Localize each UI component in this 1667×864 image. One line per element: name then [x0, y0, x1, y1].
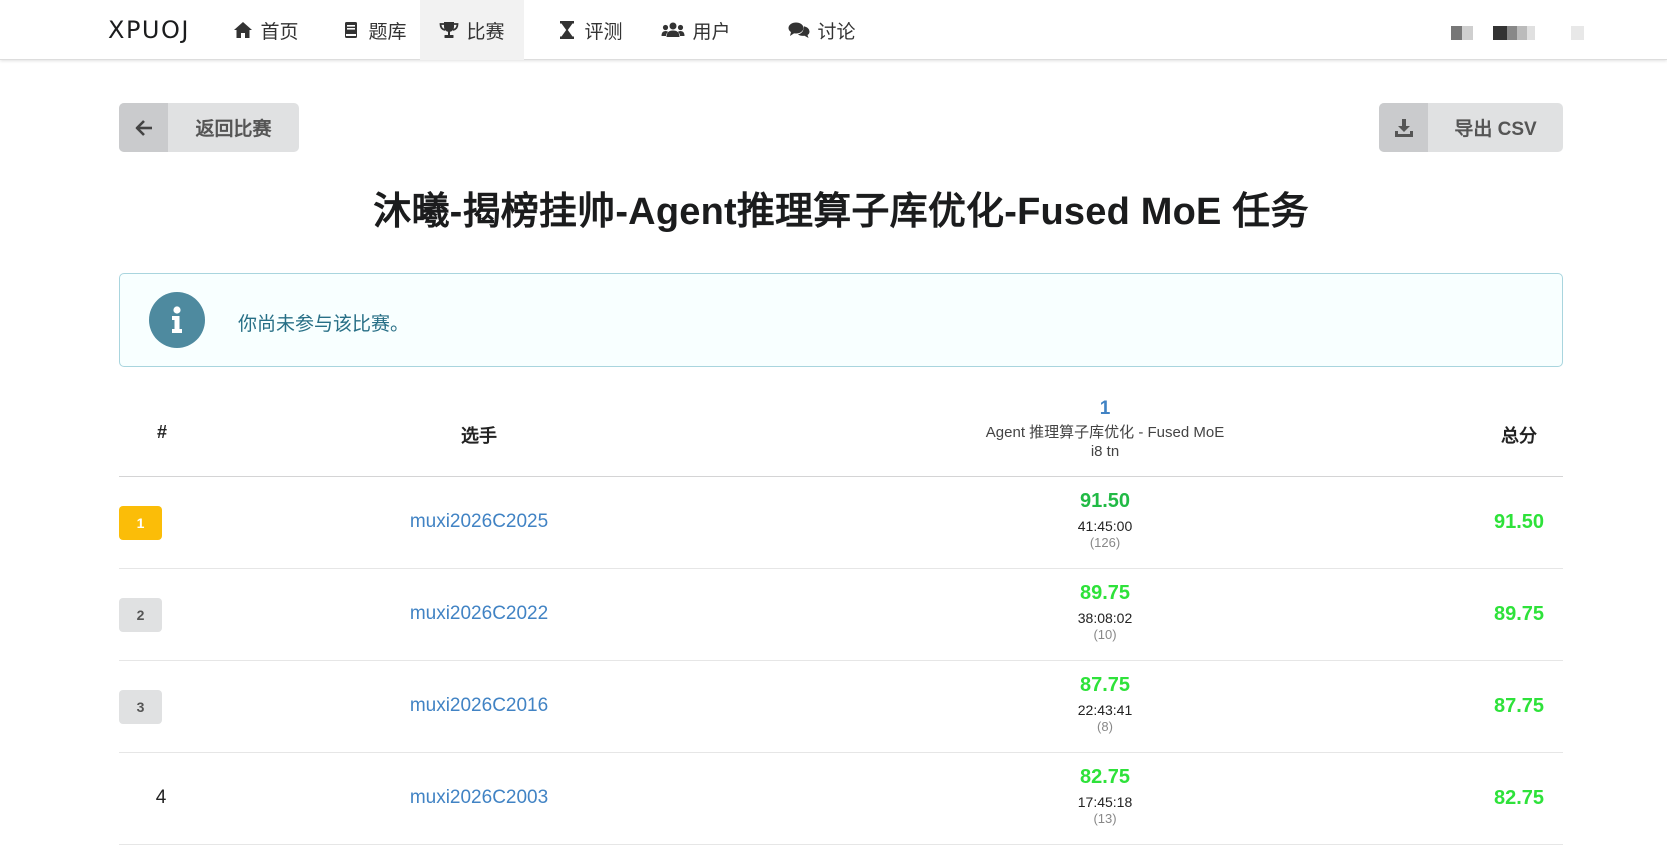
table-row: 4 muxi2026C2003 82.75 17:45:18 (13) 82.7… [119, 753, 1563, 845]
top-navbar: XPUOJ 首页 题库 比赛 评测 用户 讨论 [0, 0, 1667, 60]
submission-count: (8) [1097, 719, 1113, 734]
nav-problems[interactable]: 题库 [330, 0, 418, 60]
problem-score-cell[interactable]: 89.75 38:08:02 (10) [1025, 582, 1185, 642]
nav-contests-label: 比赛 [466, 21, 505, 43]
player-link[interactable]: muxi2026C2025 [379, 511, 579, 533]
rank-badge: 3 [119, 690, 162, 724]
rank-badge: 1 [119, 506, 162, 540]
nav-users[interactable]: 用户 [650, 0, 742, 60]
problem-score: 82.75 [1079, 766, 1131, 788]
submission-count: (126) [1089, 535, 1121, 550]
nav-contests[interactable]: 比赛 [420, 0, 524, 60]
table-row: 2 muxi2026C2022 89.75 38:08:02 (10) 89.7… [119, 569, 1563, 661]
book-icon [341, 20, 361, 40]
comments-icon [788, 20, 810, 40]
nav-discuss[interactable]: 讨论 [778, 0, 866, 60]
nav-users-label: 用户 [692, 21, 731, 43]
submission-count: (13) [1093, 811, 1117, 826]
download-icon [1379, 103, 1428, 152]
problem-title-label: Agent 推理算子库优化 - Fused MoE i8 tn [985, 424, 1225, 460]
total-score: 91.50 [1493, 511, 1545, 533]
problem-score-cell[interactable]: 87.75 22:43:41 (8) [1025, 674, 1185, 734]
nav-judge[interactable]: 评测 [546, 0, 634, 60]
nav-home-label: 首页 [260, 21, 299, 43]
total-score: 82.75 [1493, 787, 1545, 809]
table-row: 3 muxi2026C2016 87.75 22:43:41 (8) 87.75 [119, 661, 1563, 753]
nav-home[interactable]: 首页 [222, 0, 310, 60]
problem-score: 87.75 [1079, 674, 1131, 696]
nav-problems-label: 题库 [368, 21, 407, 43]
back-to-contest-button[interactable]: 返回比赛 [119, 103, 299, 152]
info-icon [149, 292, 205, 348]
rank-header: # [156, 422, 167, 442]
submission-time: 38:08:02 [1077, 610, 1133, 626]
submission-time: 22:43:41 [1077, 702, 1133, 718]
rank-number: 4 [155, 787, 167, 808]
export-csv-button[interactable]: 导出 CSV [1379, 103, 1563, 152]
notice-message: 你尚未参与该比赛。 [238, 314, 410, 335]
submission-time: 41:45:00 [1077, 518, 1133, 534]
home-icon [233, 20, 253, 40]
total-header: 总分 [1501, 426, 1537, 446]
trophy-icon [439, 20, 459, 40]
nav-judge-label: 评测 [584, 21, 623, 43]
export-button-label: 导出 CSV [1454, 119, 1537, 140]
arrow-left-icon [119, 103, 168, 152]
table-row: 1 muxi2026C2025 91.50 41:45:00 (126) 91.… [119, 477, 1563, 569]
problem-score: 89.75 [1079, 582, 1131, 604]
table-header: # 选手 1 Agent 推理算子库优化 - Fused MoE i8 tn 总… [119, 382, 1563, 477]
player-link[interactable]: muxi2026C2003 [379, 787, 579, 809]
submission-count: (10) [1093, 627, 1117, 642]
hourglass-icon [557, 20, 577, 40]
brand-logo[interactable]: XPUOJ [108, 16, 190, 44]
problem-score-cell[interactable]: 82.75 17:45:18 (13) [1025, 766, 1185, 826]
not-registered-notice: 你尚未参与该比赛。 [119, 273, 1563, 367]
player-link[interactable]: muxi2026C2022 [379, 603, 579, 625]
player-link[interactable]: muxi2026C2016 [379, 695, 579, 717]
ranklist-table: # 选手 1 Agent 推理算子库优化 - Fused MoE i8 tn 总… [119, 382, 1563, 845]
problem-header[interactable]: 1 Agent 推理算子库优化 - Fused MoE i8 tn [985, 398, 1225, 461]
total-score: 89.75 [1493, 603, 1545, 625]
nav-discuss-label: 讨论 [817, 21, 856, 43]
problem-number-link[interactable]: 1 [985, 398, 1225, 420]
problem-score: 91.50 [1079, 490, 1131, 512]
problem-score-cell[interactable]: 91.50 41:45:00 (126) [1025, 490, 1185, 550]
users-icon [661, 20, 685, 40]
player-header: 选手 [461, 426, 497, 446]
back-button-label: 返回比赛 [195, 119, 272, 140]
contest-title: 沐曦-揭榜挂帅-Agent推理算子库优化-Fused MoE 任务 [373, 191, 1309, 233]
user-avatar-menu[interactable] [1451, 26, 1584, 40]
rank-badge: 2 [119, 598, 162, 632]
total-score: 87.75 [1493, 695, 1545, 717]
submission-time: 17:45:18 [1077, 794, 1133, 810]
